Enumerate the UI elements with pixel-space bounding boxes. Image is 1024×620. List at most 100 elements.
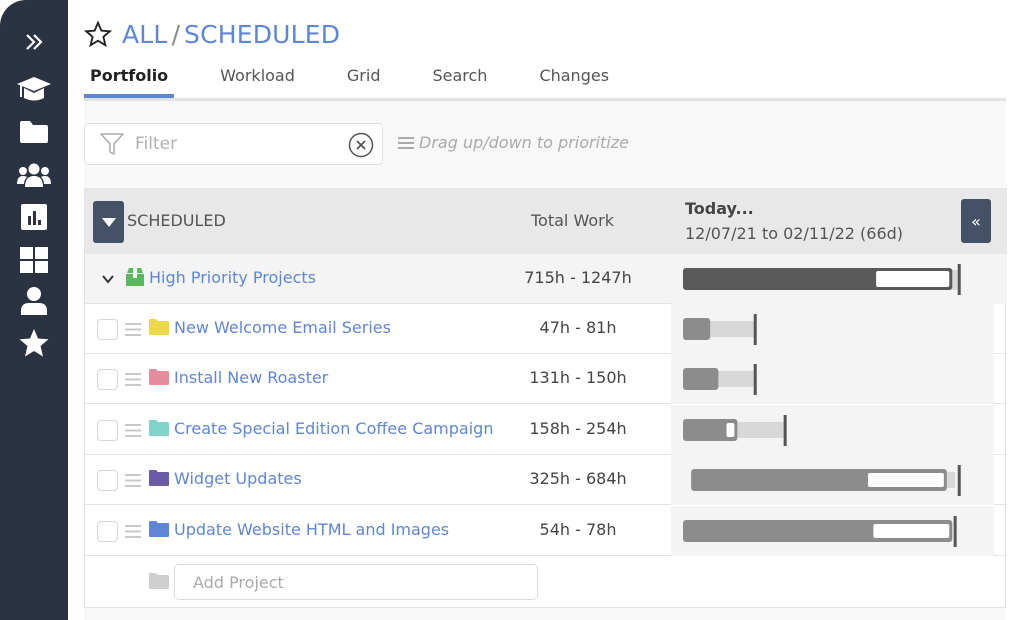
gantt-white-segment xyxy=(726,422,735,437)
group-name[interactable]: High Priority Projects xyxy=(149,268,316,287)
gantt-deadline-marker xyxy=(957,264,961,295)
user-icon[interactable] xyxy=(17,286,51,316)
drag-hint-text: Drag up/down to prioritize xyxy=(419,133,629,152)
project-row[interactable]: Update Website HTML and Images 54h - 78h xyxy=(85,505,1007,556)
folder-icon xyxy=(149,470,169,487)
tab-search[interactable]: Search xyxy=(432,58,487,98)
gantt-bar[interactable] xyxy=(671,455,994,505)
gantt-bar[interactable] xyxy=(671,254,1007,304)
grid-icon[interactable] xyxy=(17,245,51,275)
project-work: 47h - 81h xyxy=(539,318,617,337)
breadcrumb-root[interactable]: ALL xyxy=(122,20,168,49)
project-name[interactable]: Create Special Edition Coffee Campaign xyxy=(174,419,493,438)
tab-workload[interactable]: Workload xyxy=(220,58,295,98)
users-icon[interactable] xyxy=(17,160,51,190)
package-icon xyxy=(126,268,144,286)
sidebar xyxy=(0,0,68,620)
project-row[interactable]: Create Special Edition Coffee Campaign 15… xyxy=(85,404,1007,455)
group-row[interactable]: High Priority Projects 715h - 1247h xyxy=(85,254,1007,304)
tab-bar: Portfolio Workload Grid Search Changes xyxy=(84,58,661,100)
project-name[interactable]: Update Website HTML and Images xyxy=(174,520,449,539)
project-name[interactable]: Widget Updates xyxy=(174,469,302,488)
gantt-progress xyxy=(683,318,711,340)
drag-hint: Drag up/down to prioritize xyxy=(398,133,629,152)
timeline-today-label[interactable]: Today... xyxy=(685,199,754,218)
gantt-deadline-marker xyxy=(953,515,957,547)
breadcrumb-current: SCHEDULED xyxy=(184,19,341,49)
project-row[interactable]: Install New Roaster 131h - 150h xyxy=(85,354,1007,405)
group-work: 715h - 1247h xyxy=(524,268,632,287)
add-project-row xyxy=(85,556,1007,606)
drag-handle-icon[interactable] xyxy=(125,524,141,538)
gantt-white-segment xyxy=(876,271,950,287)
folder-icon xyxy=(149,573,169,589)
double-chevron-left-icon: « xyxy=(971,211,981,231)
drag-handle-icon[interactable] xyxy=(125,323,141,336)
gantt-cell xyxy=(671,455,994,506)
gantt-progress xyxy=(683,368,719,391)
gantt-bar[interactable] xyxy=(671,405,994,455)
gantt-deadline-marker xyxy=(783,414,787,446)
drag-lines-icon xyxy=(398,136,414,149)
folder-icon xyxy=(149,520,169,537)
project-row[interactable]: Widget Updates 325h - 684h xyxy=(85,455,1007,506)
filter-input[interactable] xyxy=(135,134,335,154)
gantt-bar[interactable] xyxy=(671,354,994,404)
project-work: 131h - 150h xyxy=(529,368,627,388)
drag-handle-icon[interactable] xyxy=(125,474,141,488)
clear-filter-icon[interactable] xyxy=(348,132,374,158)
timeline-range: 12/07/21 to 02/11/22 (66d) xyxy=(685,224,904,243)
row-checkbox[interactable] xyxy=(97,470,118,492)
star-icon[interactable] xyxy=(17,328,51,358)
bar-chart-icon[interactable] xyxy=(17,202,51,232)
project-work: 158h - 254h xyxy=(529,418,627,438)
total-work-header[interactable]: Total Work xyxy=(531,211,614,230)
gantt-white-segment xyxy=(867,473,944,488)
title-row: ALL / SCHEDULED xyxy=(84,14,340,54)
folder-icon xyxy=(149,419,169,436)
gantt-bar[interactable] xyxy=(671,506,994,556)
filter-box xyxy=(84,123,383,165)
funnel-icon xyxy=(100,133,124,155)
project-name[interactable]: Install New Roaster xyxy=(174,368,328,387)
row-checkbox[interactable] xyxy=(97,319,118,340)
project-row[interactable]: New Welcome Email Series 47h - 81h xyxy=(85,304,1007,354)
collapse-section-button[interactable] xyxy=(93,201,124,243)
double-chevron-right-icon[interactable] xyxy=(17,27,51,57)
section-title: SCHEDULED xyxy=(127,211,226,230)
gantt-deadline-marker xyxy=(957,465,961,497)
project-work: 325h - 684h xyxy=(529,469,627,489)
gantt-cell xyxy=(671,254,1007,304)
main-panel: ALL / SCHEDULED Portfolio Workload Grid … xyxy=(68,0,1024,620)
gantt-bar[interactable] xyxy=(671,304,994,354)
tab-portfolio[interactable]: Portfolio xyxy=(84,58,175,98)
tab-grid[interactable]: Grid xyxy=(347,58,381,98)
collapse-timeline-button[interactable]: « xyxy=(961,199,991,243)
tab-changes[interactable]: Changes xyxy=(539,58,609,98)
graduation-cap-icon[interactable] xyxy=(17,74,51,104)
folder-icon xyxy=(149,319,169,335)
table-header: SCHEDULED Total Work Today... 12/07/21 t… xyxy=(85,188,1007,254)
project-name[interactable]: New Welcome Email Series xyxy=(174,318,391,337)
chevron-down-icon[interactable] xyxy=(101,272,115,286)
gantt-white-segment xyxy=(873,523,950,538)
gantt-deadline-marker xyxy=(753,314,757,345)
project-work: 54h - 78h xyxy=(539,519,617,539)
gantt-cell xyxy=(671,404,994,455)
gantt-cell xyxy=(671,304,994,354)
folder-icon[interactable] xyxy=(17,117,51,147)
drag-handle-icon[interactable] xyxy=(125,373,141,387)
row-checkbox[interactable] xyxy=(97,520,118,542)
drag-handle-icon[interactable] xyxy=(125,423,141,437)
folder-icon xyxy=(149,369,169,386)
portfolio-table: SCHEDULED Total Work Today... 12/07/21 t… xyxy=(84,188,1007,608)
add-project-input[interactable] xyxy=(174,564,538,600)
gantt-cell xyxy=(671,505,994,556)
favorite-star-icon[interactable] xyxy=(84,20,112,48)
row-checkbox[interactable] xyxy=(97,419,118,441)
breadcrumb-separator: / xyxy=(171,19,180,49)
row-checkbox[interactable] xyxy=(97,369,118,391)
gantt-cell xyxy=(671,354,994,405)
caret-down-icon xyxy=(101,217,116,227)
gantt-deadline-marker xyxy=(753,364,757,396)
